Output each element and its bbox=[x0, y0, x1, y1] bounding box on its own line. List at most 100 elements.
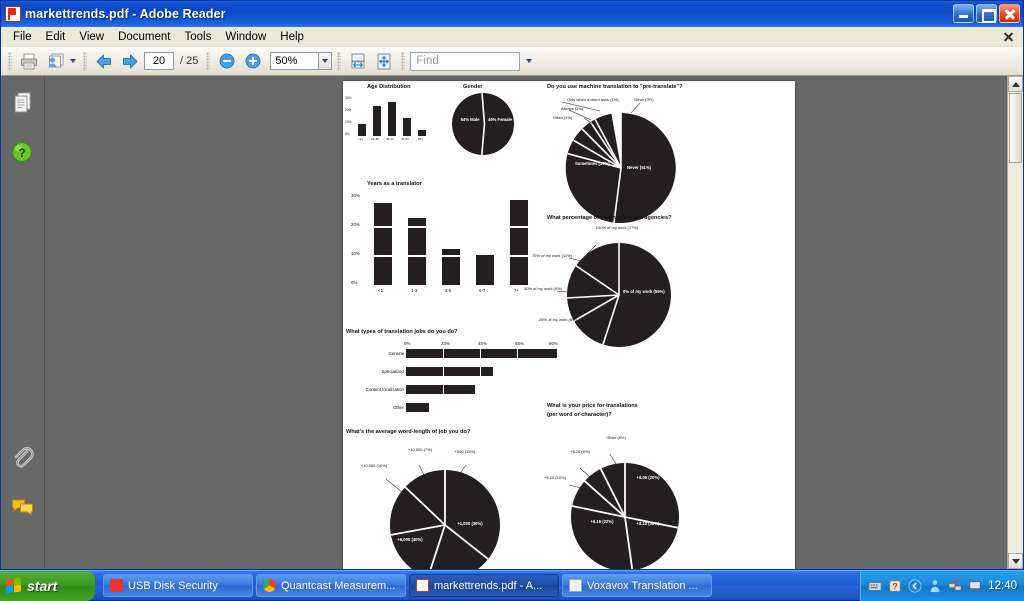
fit-page-icon bbox=[377, 53, 391, 69]
taskbar-buttons: USB Disk Security Quantcast Measurem... … bbox=[103, 574, 712, 597]
toolbar-grip-3[interactable] bbox=[206, 51, 211, 71]
zoom-in-button[interactable] bbox=[241, 50, 265, 73]
menu-item-help[interactable]: Help bbox=[273, 29, 311, 45]
yrs-xtick-1: 1-3 bbox=[411, 288, 418, 293]
jobs-xtick-3: 68% bbox=[515, 341, 524, 346]
yrs-ytick-2: 10% bbox=[351, 251, 360, 256]
scroll-up-button[interactable] bbox=[1008, 76, 1023, 92]
menu-item-document[interactable]: Document bbox=[111, 29, 177, 45]
mt-label-client-asks: Only when a client asks (1%) bbox=[567, 97, 619, 102]
agency-label-100: 100% of my work (17%) bbox=[595, 225, 639, 230]
next-page-button[interactable] bbox=[118, 50, 142, 73]
messenger-icon[interactable] bbox=[928, 579, 942, 593]
zoom-out-button[interactable] bbox=[215, 50, 239, 73]
taskbar-item-quantcast[interactable]: Quantcast Measurem... bbox=[256, 574, 406, 597]
price-label-20-10: +$.20 (10%) bbox=[544, 475, 566, 480]
toolbar: 20 / 25 50% Find bbox=[1, 47, 1023, 76]
find-dropdown-button[interactable] bbox=[522, 52, 535, 71]
price-label-10: +$.10 (35%) bbox=[636, 521, 660, 526]
maximize-button[interactable] bbox=[976, 4, 997, 23]
zoom-level-input[interactable]: 50% bbox=[270, 52, 319, 70]
arrow-left-icon bbox=[96, 54, 111, 68]
agency-label-75: 75% of my work (11%) bbox=[532, 253, 572, 258]
menu-item-view[interactable]: View bbox=[72, 29, 111, 45]
chart-price-per-word: Other (8%) +$.20 (6%) +$.20 (10%) +$.05 … bbox=[539, 421, 699, 569]
window-title: markettrends.pdf - Adobe Reader bbox=[25, 7, 226, 21]
vertical-scrollbar[interactable] bbox=[1007, 76, 1023, 569]
fit-width-button[interactable] bbox=[346, 50, 370, 73]
wordlen-label-5000: +5,000 (40%) bbox=[397, 537, 423, 542]
document-area: ? Age Distribution 30% 20% 10% 0% <21 21… bbox=[1, 76, 1023, 569]
page-scroll-region[interactable]: Age Distribution 30% 20% 10% 0% <21 21-3… bbox=[45, 76, 1007, 569]
pages-panel-icon[interactable] bbox=[10, 90, 36, 116]
close-document-icon[interactable] bbox=[1002, 30, 1015, 43]
menu-item-window[interactable]: Window bbox=[218, 29, 273, 45]
svg-text:?: ? bbox=[893, 581, 898, 591]
price-label-05: +$.05 (20%) bbox=[636, 475, 660, 480]
adobe-reader-icon bbox=[416, 579, 429, 592]
menu-item-edit[interactable]: Edit bbox=[39, 29, 73, 45]
scroll-track[interactable] bbox=[1008, 92, 1023, 553]
minimize-button[interactable] bbox=[953, 4, 974, 23]
page-number-input[interactable]: 20 bbox=[144, 52, 174, 70]
chevron-left-icon[interactable] bbox=[908, 578, 922, 593]
agency-label-25: 25% of my work (8%) bbox=[538, 317, 577, 322]
comments-panel-icon[interactable] bbox=[10, 495, 36, 521]
start-label: start bbox=[27, 577, 58, 594]
age-ytick-1: 20% bbox=[345, 108, 352, 112]
menu-item-tools[interactable]: Tools bbox=[178, 29, 219, 45]
email-document-icon bbox=[48, 53, 64, 67]
scroll-up-icon bbox=[1011, 81, 1020, 87]
agency-label-0: 0% of my work (55%) bbox=[623, 289, 665, 294]
toolbar-grip-4[interactable] bbox=[337, 51, 342, 71]
taskbar-item-label: markettrends.pdf - A... bbox=[434, 579, 543, 592]
age-bar-1 bbox=[373, 106, 381, 136]
chart-title-price-line2: (per word or character)? bbox=[547, 412, 612, 418]
email-button[interactable] bbox=[43, 50, 78, 73]
age-bar-2 bbox=[388, 102, 396, 136]
toolbar-grip-2[interactable] bbox=[83, 51, 87, 71]
network-icon[interactable] bbox=[948, 579, 962, 593]
chart-title-translation-job-types: What types of translation jobs do you do… bbox=[346, 329, 458, 335]
toolbar-grip[interactable] bbox=[8, 51, 12, 71]
age-xtick-1: 21-35 bbox=[371, 137, 379, 141]
start-button[interactable]: start bbox=[0, 570, 95, 601]
taskbar-item-markettrends-pdf[interactable]: markettrends.pdf - A... bbox=[409, 574, 559, 597]
toolbar-grip-5[interactable] bbox=[401, 51, 406, 71]
age-ytick-3: 0% bbox=[345, 132, 350, 136]
menu-bar: File Edit View Document Tools Window Hel… bbox=[1, 27, 1023, 47]
zoom-dropdown-button[interactable] bbox=[318, 52, 333, 70]
help-tray-icon[interactable]: ? bbox=[888, 579, 902, 593]
jobs-xtick-2: 45% bbox=[478, 341, 487, 346]
keyboard-icon[interactable] bbox=[868, 579, 882, 593]
taskbar-clock[interactable]: 12:40 bbox=[988, 580, 1017, 592]
yrs-xtick-0: <1 bbox=[378, 288, 384, 293]
jobs-cat-2: Content localization bbox=[365, 387, 404, 392]
yrs-ytick-0: 30% bbox=[351, 193, 360, 198]
taskbar-item-voxavox-translation[interactable]: Voxavox Translation ... bbox=[562, 574, 712, 597]
find-input[interactable]: Find bbox=[410, 51, 521, 71]
jobs-cat-0: General bbox=[388, 351, 404, 356]
wordlen-label-10000a: +10,000 (10%) bbox=[360, 463, 388, 468]
scroll-down-button[interactable] bbox=[1008, 553, 1023, 569]
print-button[interactable] bbox=[17, 50, 41, 73]
menu-item-file[interactable]: File bbox=[6, 29, 39, 45]
agency-label-50: 50% of my work (9%) bbox=[523, 286, 562, 291]
help-panel-icon[interactable]: ? bbox=[10, 140, 36, 166]
scroll-thumb[interactable] bbox=[1009, 93, 1022, 163]
email-dropdown-icon[interactable] bbox=[70, 59, 76, 63]
chart-machine-translation: Often (4%) Always (3%) Only when a clien… bbox=[539, 93, 689, 233]
jobs-bar-2 bbox=[406, 385, 475, 394]
previous-page-button[interactable] bbox=[92, 50, 116, 73]
taskbar-item-label: Quantcast Measurem... bbox=[281, 579, 396, 592]
taskbar-item-usb-disk-security[interactable]: USB Disk Security bbox=[103, 574, 253, 597]
attachments-panel-icon[interactable] bbox=[10, 445, 36, 471]
chart-title-age-distribution: Age Distribution bbox=[367, 84, 411, 90]
jobs-cat-3: Other bbox=[393, 405, 404, 410]
chevron-down-icon-find bbox=[525, 59, 532, 63]
chart-title-machine-translation: Do you use machine translation to "pre-t… bbox=[547, 84, 683, 90]
monitor-icon[interactable] bbox=[968, 579, 982, 593]
close-button[interactable] bbox=[999, 4, 1020, 23]
fit-page-button[interactable] bbox=[372, 50, 396, 73]
price-label-other: Other (8%) bbox=[606, 435, 626, 440]
